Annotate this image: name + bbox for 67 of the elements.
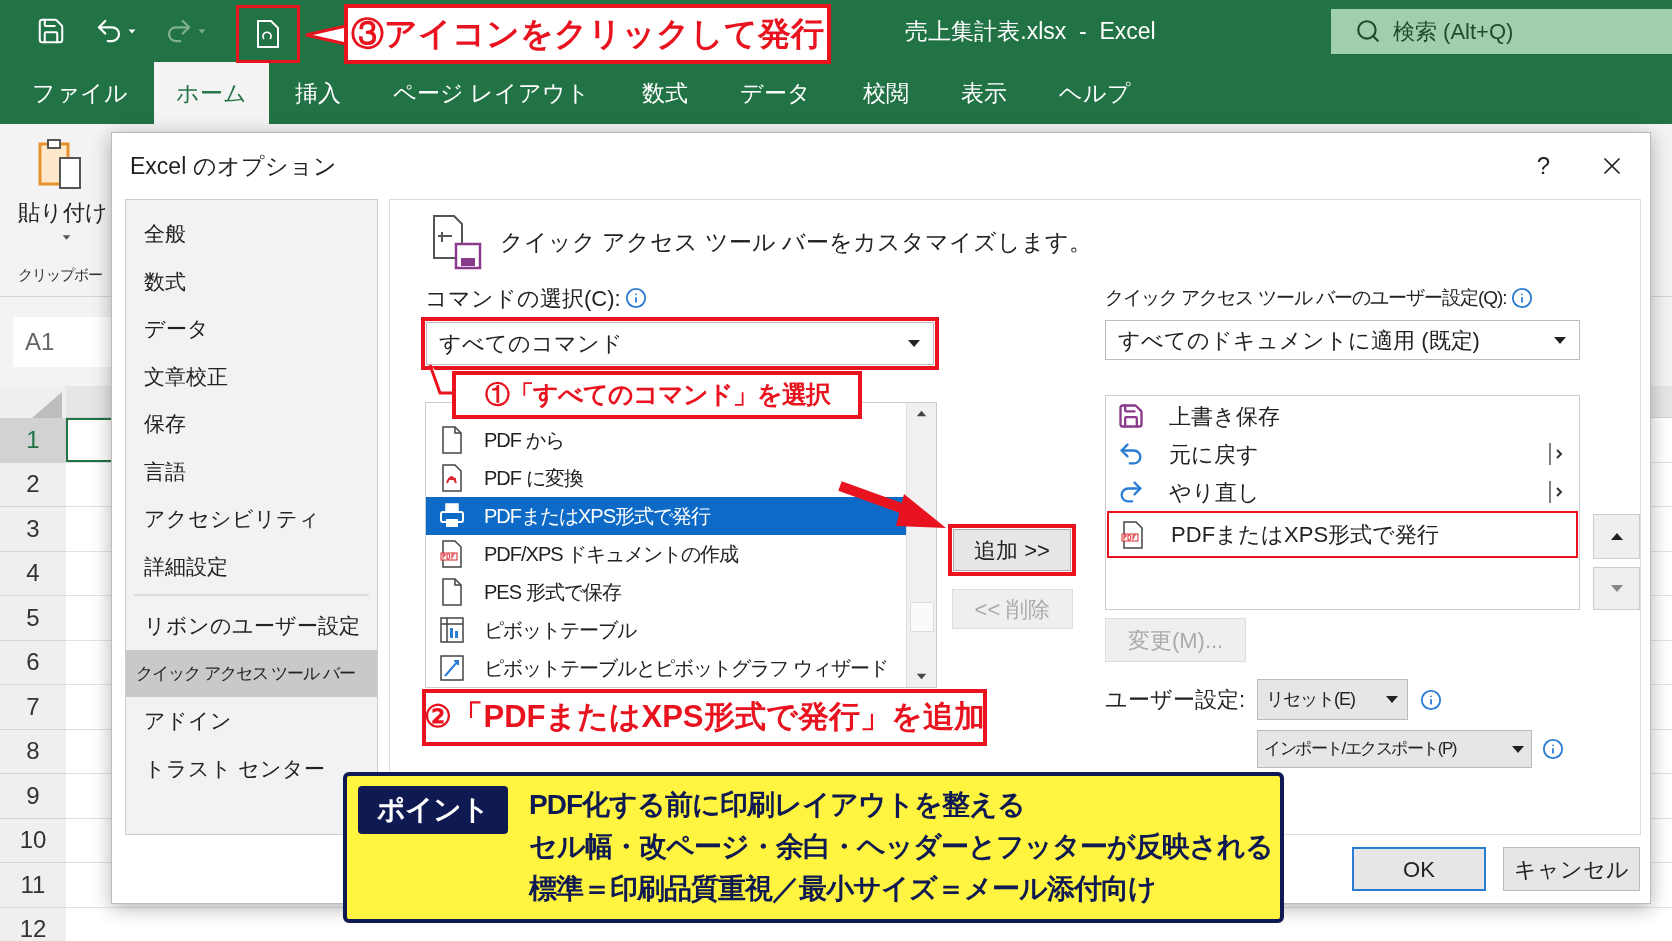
ribbon-tab[interactable]: 挿入 (269, 62, 367, 124)
ribbon-tab[interactable]: ファイル (6, 62, 154, 124)
nav-item[interactable]: 全般 (126, 210, 377, 258)
ribbon-tab[interactable]: ホーム (154, 62, 269, 124)
help-button[interactable]: ? (1536, 148, 1550, 184)
nav-item[interactable]: 文章校正 (126, 352, 377, 400)
row-header[interactable]: 1 (0, 418, 66, 463)
row-header[interactable]: 6 (0, 640, 66, 685)
command-item[interactable]: PDF に変換 (426, 459, 906, 497)
nav-item[interactable]: アクセシビリティ (126, 495, 377, 543)
search-field[interactable]: 検索 (Alt+Q) (1331, 8, 1672, 54)
toolbar-command-item[interactable]: やり直し (1107, 473, 1578, 511)
ok-button[interactable]: OK (1352, 847, 1486, 891)
nav-item[interactable]: リボンのユーザー設定 (126, 602, 377, 650)
toolbar-command-item[interactable]: 上書き保存 (1107, 397, 1578, 435)
reset-dropdown[interactable]: リセット(E) (1257, 679, 1409, 720)
row-header[interactable]: 12 (0, 907, 66, 941)
name-box[interactable]: A1 (13, 316, 111, 367)
step-callout: ③アイコンをクリックして発行 (344, 4, 831, 64)
nav-item[interactable]: クイック アクセス ツール バー (126, 649, 377, 697)
toolbar-settings-label: クイック アクセス ツール バーのユーザー設定(Q): (1105, 285, 1507, 310)
row-header[interactable]: 7 (0, 685, 66, 730)
ribbon-tab[interactable]: データ (714, 62, 838, 124)
row-header[interactable]: 9 (0, 774, 66, 819)
row-header[interactable]: 10 (0, 818, 66, 863)
command-item[interactable]: PDF/XPS ドキュメントの作成 (426, 535, 906, 573)
step-callout: ②「PDFまたはXPS形式で発行」を追加 (422, 689, 987, 746)
section-heading: クイック アクセス ツール バーをカスタマイズします。 (500, 227, 1093, 257)
point-badge: ポイント (358, 786, 508, 834)
row-header[interactable]: 2 (0, 462, 66, 507)
dialog-title: Excel のオプション (130, 151, 338, 181)
nav-item[interactable]: 言語 (126, 447, 377, 495)
command-item[interactable]: PES 形式で保存 (426, 573, 906, 611)
group-label: クリップボー (18, 265, 102, 285)
nav-item[interactable]: データ (126, 305, 377, 353)
nav-item[interactable]: 詳細設定 (126, 542, 377, 590)
command-item[interactable]: ピボットテーブルとピボットグラフ ウィザード (426, 649, 906, 687)
nav-item[interactable]: アドイン (126, 697, 377, 745)
commands-dropdown[interactable]: すべてのコマンド (426, 322, 934, 365)
row-header[interactable]: 4 (0, 551, 66, 596)
row-header[interactable]: 8 (0, 729, 66, 774)
row-header[interactable]: 3 (0, 507, 66, 552)
row-header[interactable]: 11 (0, 863, 66, 908)
toolbar-command-item[interactable]: 元に戻す (1107, 435, 1578, 473)
user-settings-label: ユーザー設定: (1105, 686, 1247, 714)
ribbon-tab[interactable]: ヘルプ (1033, 62, 1158, 124)
commands-label: コマンドの選択(C): (425, 284, 621, 313)
nav-item[interactable]: 保存 (126, 400, 377, 448)
toolbar-command-item[interactable]: PDFまたはXPS形式で発行 (1107, 511, 1578, 558)
cancel-button[interactable]: キャンセル (1503, 847, 1640, 891)
ribbon-tab[interactable]: ページ レイアウト (367, 62, 617, 124)
command-item[interactable]: PDFまたはXPS形式で発行 (426, 497, 906, 535)
ribbon-tab[interactable]: 校閲 (837, 62, 936, 124)
ribbon-tab[interactable]: 数式 (616, 62, 715, 124)
nav-item[interactable]: 数式 (126, 257, 377, 305)
point-text: セル幅・改ページ・余白・ヘッダーとフッターが反映される (529, 830, 1273, 864)
command-item[interactable]: PDF から (426, 421, 906, 459)
import-export-dropdown[interactable]: インポート/エクスポート(P) (1257, 730, 1533, 768)
point-text: PDF化する前に印刷レイアウトを整える (529, 788, 1026, 822)
add-button[interactable]: 追加 >> (953, 529, 1071, 571)
paste-label: 貼り付け (18, 199, 109, 227)
point-text: 標準＝印刷品質重視／最小サイズ＝メール添付向け (529, 872, 1157, 906)
command-item[interactable]: ピボットテーブル (426, 611, 906, 649)
ribbon-tab[interactable]: 表示 (935, 62, 1034, 124)
row-header[interactable]: 5 (0, 596, 66, 641)
scope-dropdown[interactable]: すべてのドキュメントに適用 (既定) (1105, 320, 1580, 360)
window-title: 売上集計表.xlsx - Excel (905, 16, 1156, 46)
